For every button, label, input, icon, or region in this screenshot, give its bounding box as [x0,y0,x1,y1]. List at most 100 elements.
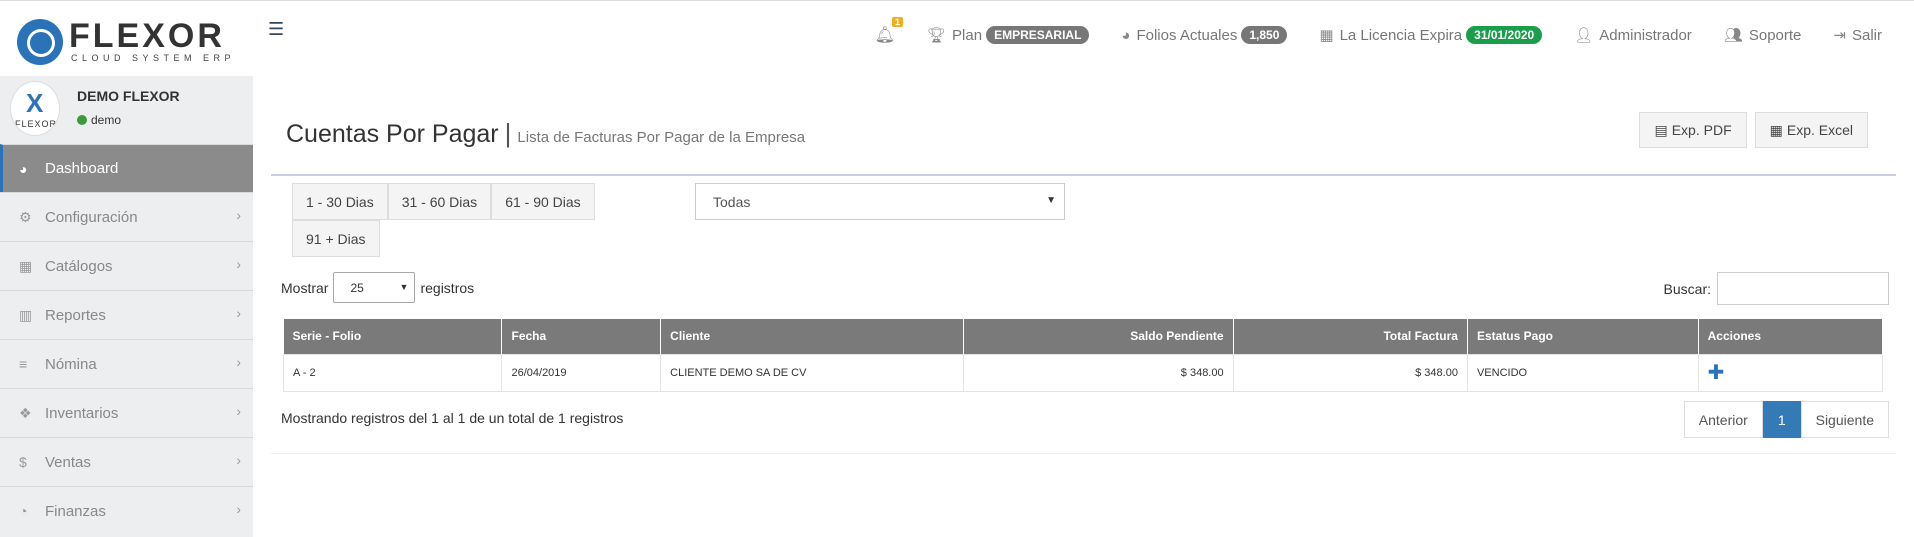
admin-label: Administrador [1599,26,1692,44]
filter-61-90-button[interactable]: 61 - 90 Dias [491,183,595,220]
chevron-right-icon: › [236,256,241,272]
logo-circle-icon [17,19,63,65]
users-icon: 👥︎ [1723,27,1743,44]
notifications-bell[interactable]: 🔔︎ 1 [874,17,903,45]
bell-icon: 🔔︎ [874,27,895,44]
status-select-value: Todas [713,193,751,210]
support-label: Soporte [1748,26,1802,44]
table-row: A - 2 26/04/2019 CLIENTE DEMO SA DE CV $… [282,353,1884,392]
page-length-control: Mostrar 25 ▼ registros [281,272,474,303]
export-excel-button[interactable]: ▦ Exp. Excel [1754,112,1868,148]
filter-91-plus-button[interactable]: 91 + Dias [292,220,380,257]
cell-fecha: 26/04/2019 [501,353,662,392]
trophy-icon: 🏆︎ [926,27,947,44]
plan-badge: EMPRESARIAL [986,26,1090,44]
folios-badge: 1,850 [1241,26,1288,44]
license-item[interactable]: ▦ La Licencia Expira 31/01/2020 [1319,26,1543,44]
sidebar-item-label: Reportes [45,306,106,324]
sidebar-item-label: Nómina [45,355,97,373]
title-separator: | [504,118,512,148]
logout-item[interactable]: ⇥ Salir [1833,26,1882,45]
page-length-select[interactable]: 25 ▼ [333,272,416,303]
database-icon: ≡ [19,356,28,372]
dropbox-icon: ❖ [19,404,32,421]
dashboard-gauge-icon: ◕ [1121,26,1131,44]
col-header-saldo-pendiente[interactable]: Saldo Pendiente [963,319,1234,354]
pagination-page-1[interactable]: 1 [1762,401,1801,438]
hamburger-menu-icon[interactable]: ☰ [268,19,284,40]
brand-logo[interactable]: FLEXOR CLOUD SYSTEM ERP [17,17,239,67]
sidebar-item-finanzas[interactable]: ◔ Finanzas › [0,486,253,535]
col-header-fecha[interactable]: Fecha [501,319,662,354]
col-header-acciones: Acciones [1698,319,1884,354]
page-title: Cuentas Por Pagar [286,120,499,148]
status-select[interactable]: Todas ▼ [695,183,1065,220]
dollar-icon: $ [19,454,27,470]
pagination-previous-button[interactable]: Anterior [1683,401,1763,438]
user-profile: X FLEXOR DEMO FLEXOR demo [0,76,253,144]
calendar-icon: ▦ [1319,27,1334,44]
content-box: 1 - 30 Dias 31 - 60 Dias 61 - 90 Dias 91… [271,174,1896,454]
avatar-text: FLEXOR [15,119,58,129]
support-item[interactable]: 👥︎ Soporte [1723,26,1802,45]
table-info: Mostrando registros del 1 al 1 de un tot… [281,410,624,426]
profile-status: demo [77,113,121,127]
page-subtitle: Lista de Facturas Por Pagar de la Empres… [517,129,806,146]
plan-label: Plan [952,26,983,44]
sidebar-item-inventarios[interactable]: ❖ Inventarios › [0,388,253,437]
sidebar-item-nomina[interactable]: ≡ Nómina › [0,339,253,388]
search-input[interactable] [1717,272,1889,305]
caret-down-icon: ▼ [1046,195,1056,206]
cell-cliente: CLIENTE DEMO SA DE CV [660,353,964,392]
avatar: X FLEXOR [10,81,60,136]
page-length-value: 25 [350,280,364,295]
pie-chart-icon: ◔ [19,503,28,519]
cell-acciones: ✚ [1697,353,1884,392]
sidebar-item-ventas[interactable]: $ Ventas › [0,437,253,486]
filter-31-60-button[interactable]: 31 - 60 Dias [387,183,492,220]
search-control: Buscar: [1664,272,1889,305]
export-excel-label: Exp. Excel [1786,122,1853,138]
sidebar-item-dashboard[interactable]: ◕ Dashboard [0,144,253,192]
pagination-next-button[interactable]: Siguiente [1800,401,1889,438]
sidebar-item-label: Catálogos [45,257,113,275]
license-badge: 31/01/2020 [1466,26,1543,44]
profile-status-label: demo [91,113,122,127]
grid-icon: ▦ [1769,121,1783,138]
gears-icon: ⚙ [19,208,32,225]
filter-1-30-button[interactable]: 1 - 30 Dias [292,183,388,220]
sidebar-item-reportes[interactable]: ▥ Reportes › [0,290,253,339]
col-header-cliente[interactable]: Cliente [660,319,964,354]
logo-tagline: CLOUD SYSTEM ERP [71,53,236,63]
sidebar-item-configuracion[interactable]: ⚙ Configuración › [0,192,253,241]
profile-name: DEMO FLEXOR [77,88,180,104]
sidebar-item-label: Dashboard [45,160,119,177]
file-pdf-icon: ▤ [1654,121,1668,138]
folios-item[interactable]: ◕ Folios Actuales 1,850 [1121,26,1288,44]
notifications-count-badge: 1 [891,17,903,27]
cell-serie-folio: A - 2 [282,353,503,392]
admin-item[interactable]: 👤︎ Administrador [1574,26,1692,45]
cell-total-factura: $ 348.00 [1232,353,1468,392]
user-icon: 👤︎ [1574,27,1594,44]
invoices-table: Serie - Folio Fecha Cliente Saldo Pendie… [282,319,1884,392]
sidebar: X FLEXOR DEMO FLEXOR demo ◕ Dashboard ⚙ … [0,76,253,537]
chevron-right-icon: › [236,207,241,223]
pagination: Anterior 1 Siguiente [1683,401,1889,438]
plan-item[interactable]: 🏆︎ Plan EMPRESARIAL [926,26,1090,44]
export-pdf-button[interactable]: ▤ Exp. PDF [1639,112,1747,148]
col-header-estatus-pago[interactable]: Estatus Pago [1467,319,1699,354]
add-payment-plus-icon[interactable]: ✚ [1708,362,1725,384]
sidebar-item-catalogos[interactable]: ▦ Catálogos › [0,241,253,290]
show-label: Mostrar [281,279,329,296]
col-header-total-factura[interactable]: Total Factura [1233,319,1468,354]
folios-label: Folios Actuales [1136,26,1238,44]
caret-down-icon: ▼ [399,282,409,292]
avatar-x-mark: X [26,88,44,118]
search-label: Buscar: [1663,280,1711,297]
logout-label: Salir [1851,26,1882,44]
sidebar-item-label: Finanzas [45,502,106,520]
chevron-right-icon: › [236,305,241,321]
col-header-serie-folio[interactable]: Serie - Folio [283,319,503,354]
sidebar-item-label: Configuración [45,208,138,226]
